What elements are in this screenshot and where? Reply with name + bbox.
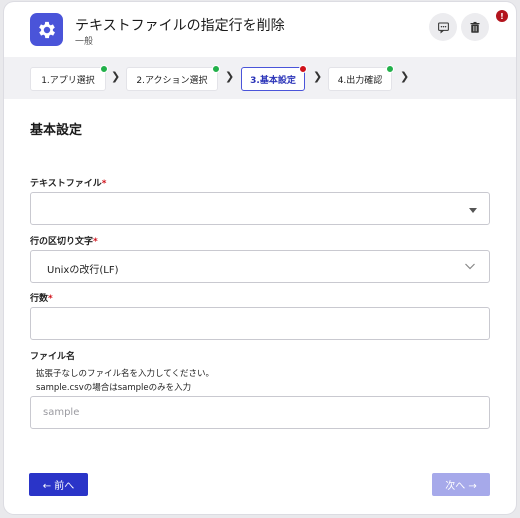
delimiter-select[interactable]: Unixの改行(LF) <box>30 250 490 283</box>
section-title: 基本設定 <box>30 123 83 138</box>
delete-button[interactable] <box>461 13 489 41</box>
settings-panel: テキストファイルの指定行を削除 一般 ! 1.アプリ選択 ❯ 2.アクション選択… <box>4 2 516 514</box>
caret-down-icon <box>469 208 477 213</box>
chevron-right-icon: ❯ <box>111 70 121 83</box>
chevron-right-icon: ❯ <box>225 70 235 83</box>
alert-badge[interactable]: ! <box>496 10 508 22</box>
filename-hint-example: sample.csvの場合はsampleのみを入力 <box>36 383 192 393</box>
filename-input[interactable] <box>31 397 489 428</box>
line-count-input[interactable] <box>31 308 489 339</box>
status-complete-icon <box>212 65 220 73</box>
comment-button[interactable] <box>429 13 457 41</box>
line-count-field[interactable] <box>30 307 490 340</box>
status-error-icon <box>299 65 307 73</box>
header: テキストファイルの指定行を削除 一般 ! <box>4 2 516 57</box>
step-output-check[interactable]: 4.出力確認 <box>328 65 394 91</box>
delimiter-label: 行の区切り文字* <box>30 237 98 247</box>
next-button[interactable]: 次へ → <box>432 473 490 496</box>
step-basic-settings[interactable]: 3.基本設定 <box>241 65 307 91</box>
line-count-label: 行数* <box>30 294 53 304</box>
chevron-down-icon <box>465 263 475 270</box>
text-file-label: テキストファイル* <box>30 179 107 189</box>
page-subtitle: 一般 <box>75 37 94 47</box>
text-file-select[interactable] <box>30 192 490 225</box>
gear-icon <box>30 13 63 46</box>
chevron-right-icon: ❯ <box>313 70 323 83</box>
prev-button[interactable]: ← 前へ <box>29 473 88 496</box>
step-navigation: 1.アプリ選択 ❯ 2.アクション選択 ❯ 3.基本設定 ❯ 4.出力確認 ❯ <box>4 57 516 99</box>
status-complete-icon <box>386 65 394 73</box>
filename-hint: 拡張子なしのファイル名を入力してください。 <box>36 369 214 379</box>
chevron-right-icon: ❯ <box>400 70 410 83</box>
filename-label: ファイル名 <box>30 352 76 362</box>
page-title: テキストファイルの指定行を削除 <box>75 18 285 34</box>
comment-icon <box>437 22 449 34</box>
step-app-select[interactable]: 1.アプリ選択 <box>30 65 108 91</box>
step-action-select[interactable]: 2.アクション選択 <box>126 65 220 91</box>
status-complete-icon <box>100 65 108 73</box>
trash-icon <box>470 21 480 33</box>
filename-field[interactable] <box>30 396 490 429</box>
